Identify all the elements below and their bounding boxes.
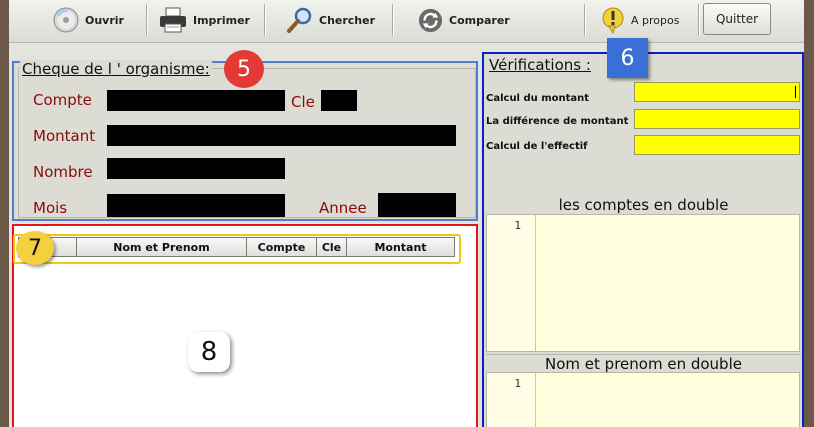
window-frame-right [804, 0, 814, 427]
calc-effectif-label: Calcul de l'effectif [486, 141, 588, 152]
print-label: Imprimer [193, 13, 250, 27]
comptes-double-editor[interactable]: 1 [486, 214, 800, 352]
refresh-icon [417, 7, 444, 34]
diff-montant-label: La différence de montant [486, 116, 629, 127]
annee-label: Annee [319, 199, 367, 217]
comptes-double-text[interactable] [536, 215, 799, 351]
toolbar [9, 0, 804, 43]
annee-field[interactable] [378, 193, 456, 217]
nom-double-text[interactable] [536, 373, 799, 427]
open-label: Ouvrir [85, 13, 124, 27]
toolbar-separator [584, 4, 585, 36]
nom-double-editor[interactable]: 1 [486, 372, 800, 427]
callout-badge-5: 5 [224, 50, 264, 88]
about-button[interactable]: A propos [600, 4, 679, 36]
callout-badge-7: 7 [16, 231, 54, 265]
nom-double-title: Nom et prenom en double [486, 354, 801, 373]
toolbar-separator [698, 4, 699, 36]
open-button[interactable]: Ouvrir [52, 4, 124, 36]
compte-field[interactable] [107, 90, 285, 111]
calc-montant-label: Calcul du montant [486, 93, 590, 104]
toolbar-separator [146, 4, 147, 36]
compare-button[interactable]: Comparer [417, 4, 510, 36]
search-label: Chercher [319, 13, 376, 27]
mois-field[interactable] [107, 194, 285, 217]
info-bubble-icon [600, 6, 626, 34]
quit-button[interactable]: Quitter [703, 3, 771, 35]
comptes-double-title: les comptes en double [558, 196, 729, 214]
magnifier-icon [286, 6, 314, 34]
table-header-highlight [13, 234, 461, 264]
window-frame-left [0, 0, 9, 427]
verifications-title: Vérifications : [489, 56, 591, 74]
cd-icon [52, 6, 80, 34]
print-button[interactable]: Imprimer [158, 4, 250, 36]
montant-label: Montant [33, 127, 96, 145]
line-number: 1 [487, 215, 536, 351]
cle-field[interactable] [321, 90, 357, 111]
text-cursor [795, 86, 796, 98]
diff-montant-field[interactable] [634, 109, 800, 129]
montant-field[interactable] [107, 125, 456, 146]
search-button[interactable]: Chercher [286, 4, 375, 36]
mois-label: Mois [33, 199, 68, 217]
calc-montant-field[interactable] [634, 82, 800, 102]
nombre-field[interactable] [107, 158, 285, 179]
toolbar-separator [392, 4, 393, 36]
compte-label: Compte [33, 91, 92, 109]
nombre-label: Nombre [33, 163, 93, 181]
printer-icon [158, 6, 188, 34]
callout-badge-8: 8 [188, 332, 230, 372]
compare-label: Comparer [449, 13, 510, 27]
toolbar-separator [264, 4, 265, 36]
line-number: 1 [487, 373, 536, 427]
cle-label: Cle [291, 93, 315, 111]
callout-badge-6: 6 [607, 38, 648, 78]
calc-effectif-field[interactable] [634, 135, 800, 155]
about-label: A propos [631, 13, 680, 27]
cheque-title: Cheque de l ' organisme: [20, 60, 212, 78]
